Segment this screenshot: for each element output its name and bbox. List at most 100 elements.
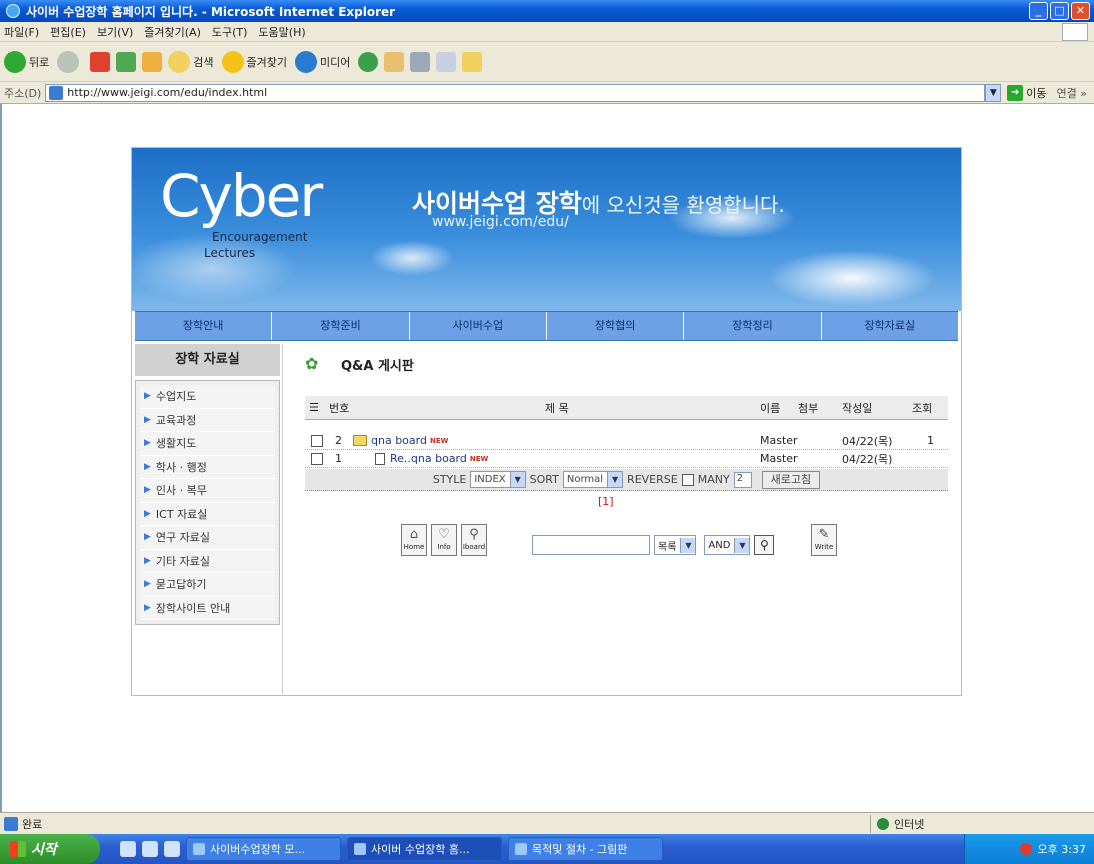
print-icon[interactable] (410, 51, 431, 72)
nav-item-guide[interactable]: 장학안내 (135, 312, 273, 340)
edit-icon[interactable] (436, 51, 457, 72)
status-done: 완료 (4, 816, 42, 832)
folder-icon[interactable] (462, 51, 483, 72)
sidebar-item[interactable]: ▶ 기타 자료실 (140, 549, 275, 573)
nav-item-summary[interactable]: 장학정리 (684, 312, 822, 340)
mail-icon[interactable] (384, 51, 405, 72)
task-button[interactable]: 사이버 수업장학 홈... (347, 837, 502, 861)
menu-edit[interactable]: 편집(E) (50, 24, 86, 40)
bullet-icon: ▶ (144, 602, 151, 613)
stop-icon[interactable] (90, 51, 111, 72)
info-button[interactable]: ♡ Info (431, 524, 457, 556)
minimize-button[interactable]: _ (1029, 2, 1048, 20)
history-icon[interactable] (358, 51, 379, 72)
window-title: 사이버 수업장학 홈페이지 입니다. - Microsoft Internet … (26, 4, 396, 19)
folder-icon (353, 435, 367, 446)
search-input[interactable] (532, 535, 650, 555)
sidebar-item[interactable]: ▶ 묻고답하기 (140, 573, 275, 597)
ie-icon[interactable] (164, 841, 180, 857)
page-icon (4, 816, 18, 831)
sidebar-item[interactable]: ▶ 생활지도 (140, 432, 275, 456)
row-checkbox[interactable] (311, 434, 323, 447)
select-all-icon[interactable]: ☰ (309, 401, 319, 414)
task-button[interactable]: 사이버수업장학 모... (186, 837, 341, 861)
header-views: 조회 (912, 401, 933, 415)
refresh-button[interactable]: 새로고침 (761, 470, 821, 489)
sidebar-item[interactable]: ▶ 교육과정 (140, 408, 275, 432)
page-viewport: Cyber Encouragement Lectures 사이버수업 장학에 오… (0, 104, 1094, 812)
sort-select[interactable]: Normal ▼ (562, 471, 624, 488)
menu-view[interactable]: 보기(V) (97, 24, 133, 40)
page-icon (49, 85, 64, 100)
search-button[interactable]: ⚲ (754, 535, 775, 555)
nav-item-cyber-class[interactable]: 사이버수업 (410, 312, 547, 340)
back-button[interactable]: 뒤로 (4, 50, 49, 73)
maximize-button[interactable]: □ (1050, 2, 1069, 20)
style-select[interactable]: INDEX ▼ (470, 471, 526, 488)
nav-item-consult[interactable]: 장학협의 (547, 312, 685, 340)
media-player-icon[interactable] (142, 841, 158, 857)
task-button[interactable]: 목적및 절차 - 그림판 (508, 837, 663, 861)
media-button[interactable]: 미디어 (294, 50, 350, 73)
links-button[interactable]: 연결 » (1057, 85, 1087, 101)
desktop-icon[interactable] (120, 841, 136, 857)
write-button[interactable]: ✎ Write (811, 524, 837, 556)
row-date: 04/22(목) (842, 434, 893, 448)
board-search: 목록 ▼ AND ▼ ⚲ (532, 535, 775, 555)
row-subject-link[interactable]: qna board NEW (353, 434, 448, 447)
nav-item-archive[interactable]: 장학자료실 (822, 312, 958, 340)
sidebar-item[interactable]: ▶ 학사 · 행정 (140, 455, 275, 479)
address-label: 주소(D) (4, 86, 42, 100)
sidebar-item[interactable]: ▶ 수업지도 (140, 385, 275, 409)
nav-item-prepare[interactable]: 장학준비 (272, 312, 410, 340)
ie-icon (6, 4, 20, 18)
menu-favorites[interactable]: 즐겨찾기(A) (144, 24, 201, 40)
close-button[interactable]: ✕ (1071, 2, 1090, 20)
forward-button[interactable] (57, 50, 82, 73)
bullet-icon: ▶ (144, 485, 151, 496)
sidebar-item[interactable]: ▶ 인사 · 복무 (140, 479, 275, 503)
pager[interactable]: [1] (598, 495, 614, 508)
sidebar-item[interactable]: ▶ 장학사이트 안내 (140, 596, 275, 620)
quick-launch (120, 841, 180, 857)
menu-help[interactable]: 도움말(H) (258, 24, 305, 40)
board-title-icon: ✿ (305, 354, 319, 373)
search-field-select[interactable]: 목록 ▼ (654, 535, 697, 555)
sidebar-title: 장학 자료실 (135, 344, 280, 376)
row-checkbox[interactable] (311, 452, 323, 465)
bullet-icon: ▶ (144, 555, 151, 566)
chevron-down-icon: ▼ (509, 472, 525, 487)
home-icon[interactable] (142, 51, 163, 72)
globe-icon (877, 817, 889, 830)
address-input[interactable]: http://www.jeigi.com/edu/index.html (45, 83, 986, 102)
menu-tools[interactable]: 도구(T) (212, 24, 248, 40)
board-header-row: ☰ 번호 제 목 이름 첨부 작성일 조회 (305, 396, 948, 420)
address-dropdown-icon[interactable]: ▼ (985, 83, 1002, 102)
many-input[interactable]: 2 (733, 471, 752, 488)
security-zone: 인터넷 (870, 814, 924, 833)
start-button[interactable]: 시작 (0, 834, 100, 864)
row-subject-link[interactable]: Re..qna board NEW (375, 452, 488, 465)
bullet-icon: ▶ (144, 508, 151, 519)
bullet-icon: ▶ (144, 461, 151, 472)
search-button[interactable]: 검색 (168, 50, 214, 73)
reverse-checkbox[interactable] (681, 473, 694, 486)
home-button[interactable]: ⌂ Home (401, 524, 427, 556)
clock: 오후 3:37 (1037, 843, 1086, 856)
iboard-button[interactable]: ⚲ Iboard (461, 524, 487, 556)
tray-icon[interactable] (1019, 843, 1032, 855)
favorites-button[interactable]: 즐겨찾기 (221, 50, 287, 73)
sidebar-item[interactable]: ▶ 연구 자료실 (140, 526, 275, 550)
row-date: 04/22(목) (842, 452, 893, 466)
sidebar: 장학 자료실 ▶ 수업지도 ▶ 교육과정 ▶ 생활지도 ▶ 학사 · 행정 ▶ 인사 · … (135, 344, 280, 625)
sidebar-item[interactable]: ▶ ICT 자료실 (140, 502, 275, 526)
site-frame: Cyber Encouragement Lectures 사이버수업 장학에 오… (131, 147, 962, 696)
menu-bar: 파일(F) 편집(E) 보기(V) 즐겨찾기(A) 도구(T) 도움말(H) (0, 22, 1094, 42)
go-button[interactable]: ➜ 이동 (1007, 84, 1047, 101)
menu-file[interactable]: 파일(F) (4, 24, 39, 40)
row-views: 1 (927, 434, 934, 447)
window-titlebar[interactable]: 사이버 수업장학 홈페이지 입니다. - Microsoft Internet … (0, 0, 1094, 22)
window-icon (193, 843, 205, 855)
refresh-icon[interactable] (116, 51, 137, 72)
search-op-select[interactable]: AND ▼ (704, 535, 751, 555)
